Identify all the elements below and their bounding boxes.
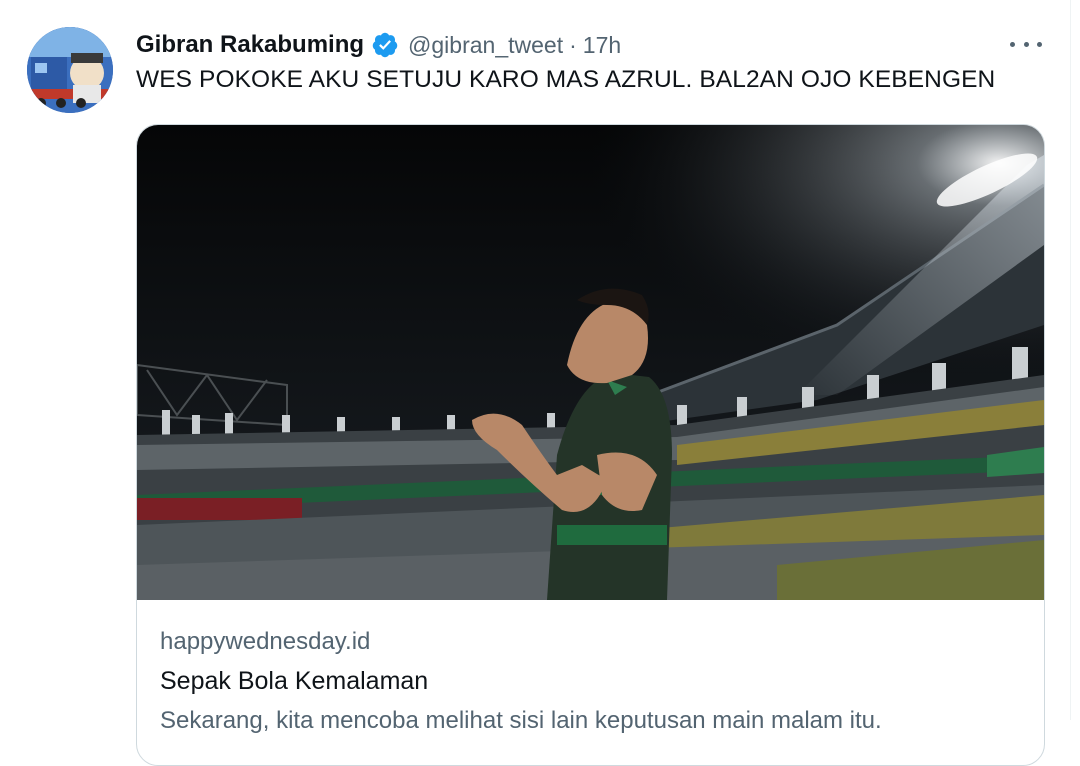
timeline-border — [1070, 0, 1071, 720]
more-dot — [1023, 41, 1029, 47]
card-image — [137, 125, 1044, 600]
verified-badge-icon — [371, 31, 399, 59]
more-options-icon[interactable] — [1010, 34, 1042, 54]
card-title: Sepak Bola Kemalaman — [160, 667, 429, 695]
avatar[interactable] — [27, 27, 113, 113]
separator-dot: · — [569, 31, 577, 58]
tweet-text: WES POKOKE AKU SETUJU KARO MAS AZRUL. BA… — [136, 66, 996, 93]
more-dot — [1037, 41, 1042, 47]
card-domain: happywednesday.id — [160, 628, 371, 655]
author-name[interactable]: Gibran Rakabuming — [136, 31, 364, 59]
more-dot — [1010, 41, 1015, 47]
link-card[interactable]: happywednesday.id Sepak Bola Kemalaman S… — [136, 124, 1045, 766]
avatar-image — [27, 27, 113, 113]
tweet-header: Gibran Rakabuming @gibran_tweet · 17h — [136, 28, 621, 62]
card-description: Sekarang, kita mencoba melihat sisi lain… — [160, 707, 882, 734]
timestamp[interactable]: 17h — [583, 32, 621, 59]
author-handle[interactable]: @gibran_tweet — [408, 32, 563, 59]
